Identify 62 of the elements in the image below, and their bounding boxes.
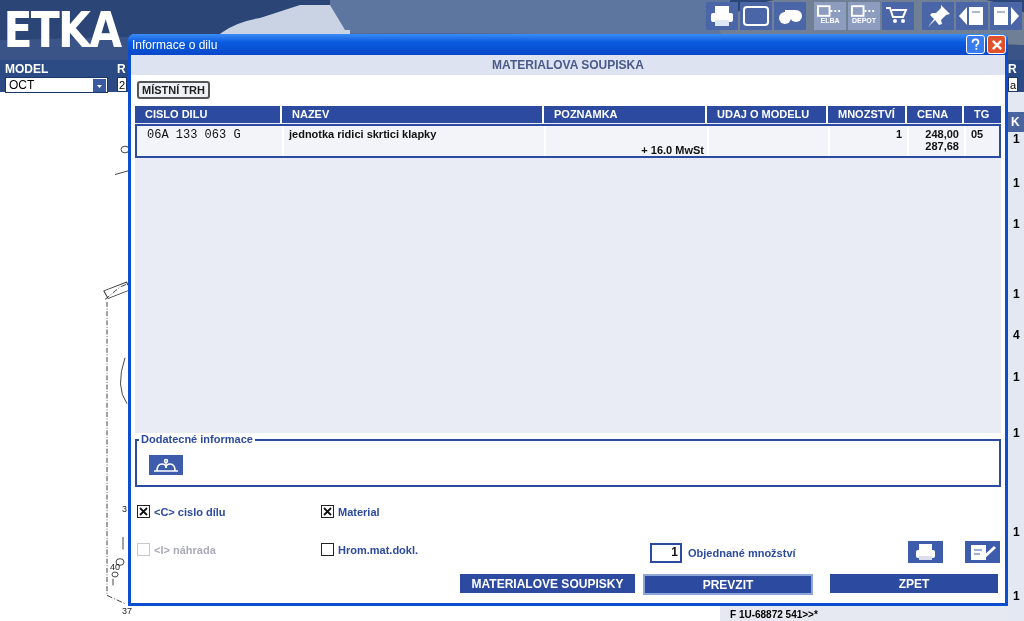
section-heading: MATERIALOVA SOUPISKA [131, 55, 1005, 75]
page-forward-button[interactable] [990, 2, 1022, 30]
dialog-button[interactable]: PREVZIT [643, 574, 813, 595]
close-icon [990, 38, 1003, 51]
part-reference: F 1U-68872 541>>* [730, 609, 818, 620]
filter-field[interactable]: 2 [117, 77, 127, 92]
table-cell-text: 1 [1012, 287, 1021, 301]
callout-number: 37 [122, 606, 132, 616]
table-cell-text: 1 [1012, 426, 1021, 440]
option-checkbox[interactable]: Hrom.mat.dokl. [321, 541, 419, 558]
table-cell-text: 1 [1012, 370, 1021, 384]
table-cell-text: 1 [1012, 132, 1021, 146]
print-button[interactable] [908, 541, 943, 563]
dialog-button[interactable]: MATERIALOVE SOUPISKY [460, 574, 635, 593]
quantity-field[interactable]: 1 [650, 543, 682, 563]
table-cell-text: 4 [1012, 328, 1021, 342]
frame-button[interactable] [740, 2, 772, 30]
tg-cell: 05 [971, 128, 984, 140]
app-logo: ETKA [2, 0, 121, 60]
question-icon [969, 38, 982, 51]
option-checkbox[interactable]: Material [321, 503, 380, 520]
binoculars-button[interactable] [774, 2, 806, 30]
part-name: jednotka ridici skrtici klapky [289, 128, 437, 140]
crown-icon [153, 458, 179, 472]
page-back-button[interactable] [956, 2, 988, 30]
field-label: Objednané množství [688, 547, 796, 559]
column-header: K [1008, 112, 1024, 132]
option-checkbox[interactable]: <C> cislo dílu [137, 503, 226, 520]
pin-button[interactable] [922, 2, 954, 30]
quantity-cell: 1 [895, 128, 902, 140]
callout-number: 3 [122, 504, 127, 514]
help-button[interactable] [966, 35, 985, 54]
window-title: Informace o dilu [132, 37, 219, 52]
table-cell-text: 1 [1012, 589, 1021, 603]
crown-button[interactable] [149, 455, 183, 475]
monitor-icon [817, 5, 843, 17]
price-cell: 248,00 [925, 128, 959, 140]
table-cell-text: 1 [1012, 176, 1021, 190]
empty-box-icon [137, 543, 150, 556]
table-cell-text: 1 [1012, 217, 1021, 231]
monitor-icon [851, 5, 877, 17]
table-row[interactable]: 06A 133 063 G jednotka ridici skrtici klapky + 16.0 MwSt 1 248,00 287,68 05 [135, 124, 1001, 158]
empty-box-icon [321, 543, 334, 556]
part-number: 06A 133 063 G [147, 128, 241, 142]
dialog-button[interactable]: ZPET [830, 574, 998, 593]
callout-number: 40 [110, 562, 120, 572]
checked-box-icon [137, 505, 150, 518]
printer-button[interactable] [706, 2, 738, 30]
close-button[interactable] [987, 35, 1006, 54]
tax-note: + 16.0 MwSt [641, 144, 704, 156]
table-cell-text: 1 [1012, 525, 1021, 539]
market-button[interactable]: MÍSTNÍ TRH [137, 81, 210, 99]
edit-button[interactable] [965, 541, 1000, 563]
cart-button[interactable] [882, 2, 914, 30]
filter-label: MODEL [5, 63, 50, 75]
group-legend: Dodatecné informace [139, 433, 255, 445]
column-header: CISLO DILU [144, 107, 209, 122]
filter-label: R [1008, 63, 1018, 75]
model-dropdown[interactable]: OCT [5, 77, 108, 93]
filter-label: R [117, 63, 127, 75]
checked-box-icon [321, 505, 334, 518]
gross-price-cell: 287,68 [925, 140, 959, 152]
